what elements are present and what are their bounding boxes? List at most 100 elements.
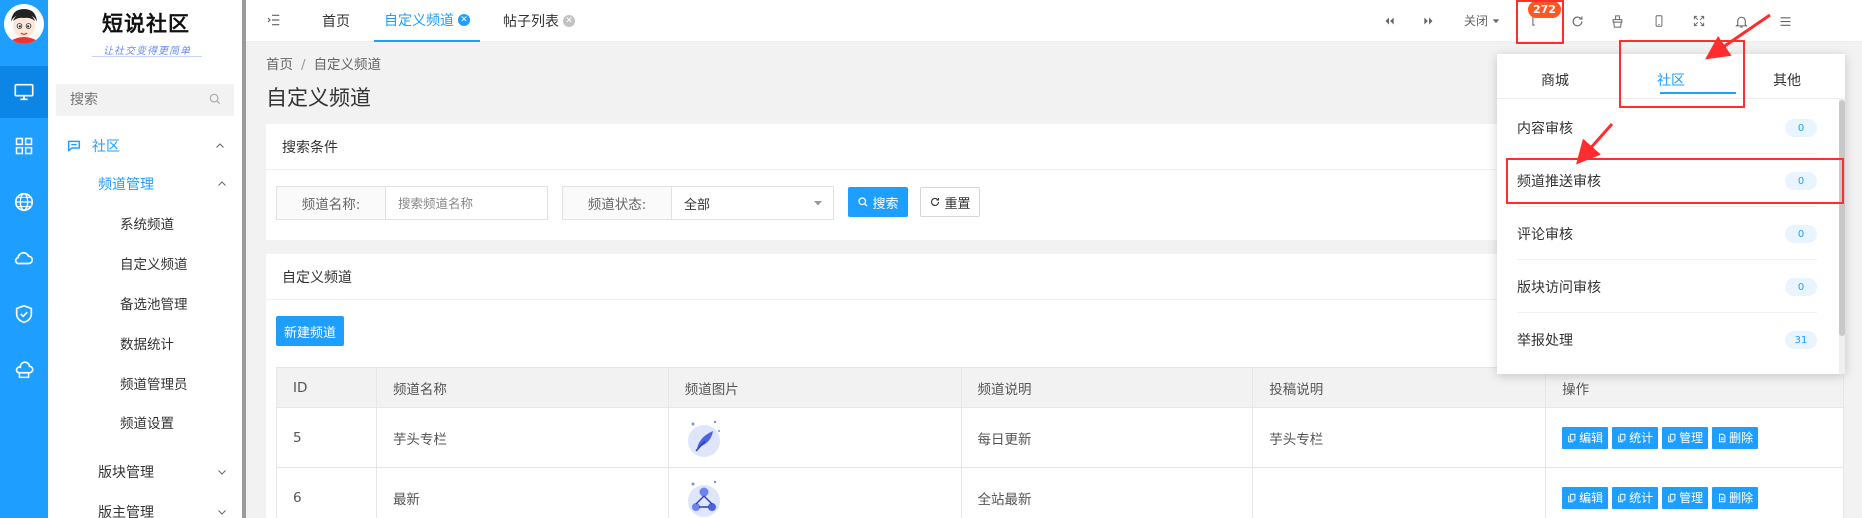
sidebar-item-moderator-mgmt[interactable]: 版主管理 [98,500,238,518]
cell-desc: 全站最新 [960,467,1254,518]
fullscreen-icon[interactable] [1688,10,1710,32]
channel-status-value: 全部 [684,197,711,213]
tab-home[interactable]: 首页 [322,0,350,42]
delete-button-label: 删除 [1729,491,1754,505]
tab-close-icon[interactable]: ✕ [563,15,575,27]
search-icon[interactable] [208,92,222,110]
stats-button[interactable]: 统计 [1612,426,1659,449]
channel-name-field: 频道名称: [276,186,548,220]
edit-button[interactable]: 编辑 [1562,486,1609,509]
edit-button-label: 编辑 [1579,431,1604,445]
breadcrumb-home[interactable]: 首页 [266,57,293,73]
sidebar-item-community[interactable]: 社区 [66,134,236,158]
notify-tab-mall[interactable]: 商城 [1497,64,1613,96]
refresh-icon[interactable] [1566,10,1588,32]
channel-status-field: 频道状态: 全部 [562,186,834,220]
sidebar-item-system-channel[interactable]: 系统频道 [120,211,174,235]
channel-table: ID 频道名称 频道图片 频道说明 投稿说明 操作 5 芋头专栏 每日更新 芋头… [276,367,1844,518]
sidebar-item-channel-mgmt[interactable]: 频道管理 [98,172,238,196]
channel-name-label: 频道名称: [277,187,386,219]
channel-name-input[interactable] [386,187,546,219]
rail-globe[interactable] [0,176,48,228]
collapse-menu-icon[interactable] [266,12,282,32]
notify-tab-other[interactable]: 其他 [1729,64,1845,96]
tab-close-icon[interactable]: ✕ [458,14,470,26]
icon-rail [0,0,48,518]
sidebar: 短说社区 让社交变得更简单 社区 频道管理 系统频道 自定义频道 备选池管理 数… [48,0,242,518]
clear-cache-icon[interactable] [1606,10,1628,32]
apps-grid-icon [15,137,33,155]
tab-post-list[interactable]: 帖子列表 ✕ [503,0,575,42]
table-row: 6 最新 全站最新 编辑 统计 管理 删除 [276,467,1844,518]
mobile-icon[interactable] [1648,10,1670,32]
logo-underline [92,56,202,57]
notify-item-label: 举报处理 [1517,333,1573,349]
col-desc: 频道说明 [960,367,1254,408]
tab-home-label: 首页 [322,14,350,30]
manage-button-label: 管理 [1679,431,1704,445]
caret-down-icon [814,201,822,206]
cell-desc: 每日更新 [960,407,1254,468]
sidebar-item-board-mgmt-label: 版块管理 [98,465,154,481]
sidebar-item-data-stats[interactable]: 数据统计 [120,331,174,355]
sidebar-item-channel-mgmt-label: 频道管理 [98,177,154,193]
bell-icon[interactable] [1730,10,1752,32]
scroll-left-icon[interactable] [1378,10,1400,32]
shield-check-icon [15,304,33,324]
delete-button[interactable]: 删除 [1712,486,1759,509]
channel-status-label: 频道状态: [563,187,672,219]
edit-button[interactable]: 编辑 [1562,426,1609,449]
search-button-label: 搜索 [872,196,899,212]
sidebar-item-community-label: 社区 [92,139,120,155]
sidebar-item-channel-settings[interactable]: 频道设置 [120,410,174,434]
sidebar-item-candidate-pool[interactable]: 备选池管理 [120,291,188,315]
chevron-down-icon [218,470,226,475]
document-icon [1719,493,1726,502]
manage-button-label: 管理 [1679,491,1704,505]
notify-item-content-review[interactable]: 内容审核 0 [1517,102,1817,154]
chevron-down-icon [218,510,226,515]
cell-id: 6 [276,467,377,518]
search-icon [858,197,868,207]
rail-cloud[interactable] [0,232,48,284]
scroll-right-icon[interactable] [1418,10,1440,32]
col-name: 频道名称 [375,367,669,408]
manage-button[interactable]: 管理 [1662,426,1709,449]
stats-button[interactable]: 统计 [1612,486,1659,509]
notify-item-board-access-review[interactable]: 版块访问审核 0 [1517,261,1817,313]
cell-image [667,467,962,518]
sidebar-divider [242,0,246,518]
sidebar-item-custom-channel[interactable]: 自定义频道 [120,251,188,275]
notify-item-report-handling[interactable]: 举报处理 31 [1517,314,1817,366]
edit-button-label: 编辑 [1579,491,1604,505]
reset-button[interactable]: 重置 [920,187,980,217]
notify-item-comment-review[interactable]: 评论审核 0 [1517,208,1817,260]
sidebar-item-board-mgmt[interactable]: 版块管理 [98,460,238,484]
manage-button[interactable]: 管理 [1662,486,1709,509]
tab-custom-channel-label: 自定义频道 [384,13,454,29]
delete-button[interactable]: 删除 [1712,426,1759,449]
close-tabs-label: 关闭 [1464,14,1489,28]
channel-status-select[interactable]: 全部 [672,187,832,219]
document-icon [1719,433,1726,442]
top-bar: 首页 自定义频道 ✕ 帖子列表 ✕ 关闭 [246,0,1862,42]
rail-cloud-server[interactable] [0,344,48,396]
rail-shield[interactable] [0,288,48,340]
rail-apps[interactable] [0,120,48,172]
sidebar-item-channel-admin[interactable]: 频道管理员 [120,371,188,395]
rail-monitor[interactable] [0,66,48,118]
cloud-server-icon [15,361,34,379]
cell-submit-desc: 芋头专栏 [1252,407,1547,468]
stats-button-label: 统计 [1629,491,1654,505]
close-tabs-dropdown[interactable]: 关闭 [1464,12,1501,29]
highlight-community-tab-box [1619,40,1745,108]
logo-title: 短说社区 [102,11,190,36]
avatar[interactable] [4,4,44,44]
more-menu-icon[interactable] [1774,10,1796,32]
notify-scrollbar-thumb[interactable] [1839,100,1845,336]
sidebar-search-input[interactable] [56,84,196,116]
chat-bubble-icon [67,140,81,152]
tab-custom-channel[interactable]: 自定义频道 ✕ [374,0,480,42]
search-button[interactable]: 搜索 [848,187,908,217]
new-channel-button[interactable]: 新建频道 [276,316,344,346]
